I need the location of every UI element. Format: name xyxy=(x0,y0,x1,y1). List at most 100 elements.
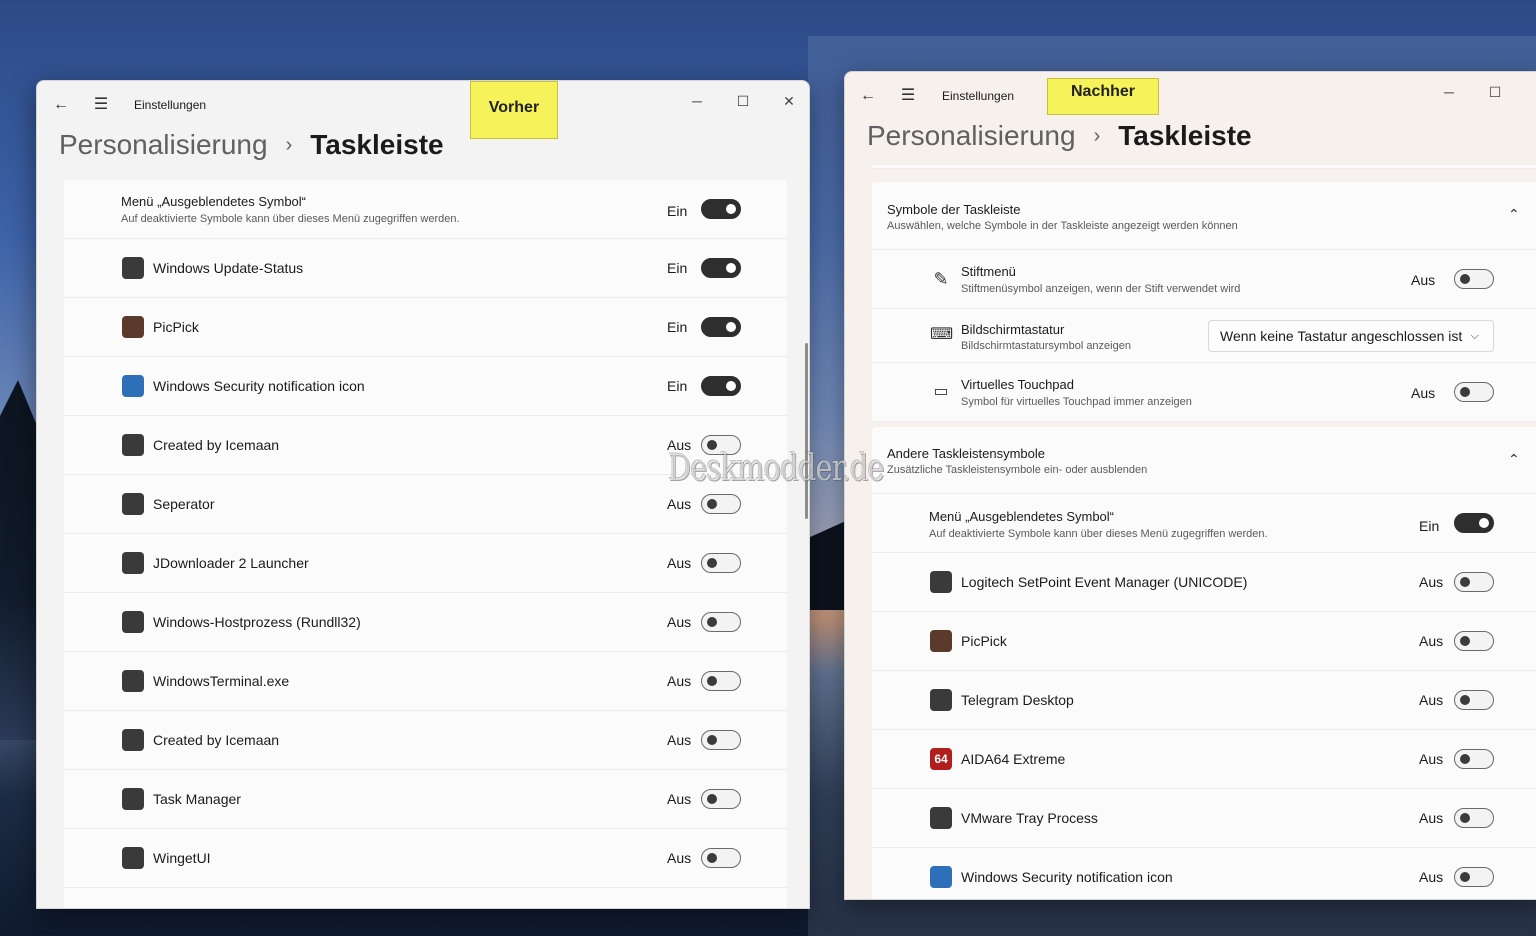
item-name: Logitech SetPoint Event Manager (UNICODE… xyxy=(961,574,1248,590)
taskbar-icons-header[interactable]: Symbole der Taskleiste Auswählen, welche… xyxy=(872,182,1536,250)
keyboard-icon: ⌨ xyxy=(930,326,954,343)
list-item: VMware Tray Process Aus xyxy=(872,789,1536,848)
hamburger-menu-icon[interactable]: ☰ xyxy=(898,86,918,106)
item-name: Created by Icemaan xyxy=(153,732,280,748)
minimize-button[interactable]: ─ xyxy=(677,87,717,115)
list-item: Telegram Desktop Aus xyxy=(872,671,1536,730)
row-description: Symbol für virtuelles Touchpad immer anz… xyxy=(961,396,1192,408)
item-name: WingetUI xyxy=(153,850,211,866)
hidden-icon-menu-row: Menü „Ausgeblendetes Symbol“ Auf deaktiv… xyxy=(64,180,787,239)
item-toggle[interactable] xyxy=(701,317,741,337)
breadcrumb-separator: › xyxy=(1093,125,1101,147)
item-toggle[interactable] xyxy=(701,612,741,632)
item-name: Created by Icemaan xyxy=(153,437,280,453)
list-item: Created by Icemaan Aus xyxy=(64,711,787,770)
row-title: Virtuelles Touchpad xyxy=(961,377,1074,392)
list-item: Task Manager Aus xyxy=(64,770,787,829)
item-toggle[interactable] xyxy=(1454,572,1494,592)
item-toggle[interactable] xyxy=(701,494,741,514)
toggle-state: Aus xyxy=(667,673,692,689)
separator-icon xyxy=(122,493,144,515)
page-title: Taskleiste xyxy=(310,129,444,160)
chevron-down-icon: ⌵ xyxy=(1470,330,1479,342)
section-title: Symbole der Taskleiste xyxy=(887,202,1021,217)
back-arrow-icon[interactable]: ← xyxy=(51,95,71,115)
item-toggle[interactable] xyxy=(1454,631,1494,651)
maximize-button[interactable]: ☐ xyxy=(1475,78,1515,106)
dropdown-value: Wenn keine Tastatur angeschlossen ist xyxy=(1220,328,1463,344)
toggle-state: Ein xyxy=(667,260,688,276)
list-item: Windows Update-Status Ein xyxy=(64,239,787,298)
item-toggle[interactable] xyxy=(1454,749,1494,769)
list-item: JDownloader 2 Launcher Aus xyxy=(64,534,787,593)
other-taskbar-icons-header[interactable]: Andere Taskleistensymbole Zusätzliche Ta… xyxy=(872,427,1536,494)
item-toggle[interactable] xyxy=(701,258,741,278)
toggle-state: Aus xyxy=(667,791,692,807)
toggle-state: Aus xyxy=(667,614,692,630)
icemaan-icon xyxy=(122,729,144,751)
item-toggle[interactable] xyxy=(1454,867,1494,887)
minimize-button[interactable]: ─ xyxy=(1429,78,1469,106)
title-bar: ← ☰ Einstellungen ─ ☐ ✕ xyxy=(37,81,809,129)
toggle-state: Aus xyxy=(1419,633,1444,649)
chevron-up-icon[interactable]: ⌃ xyxy=(1508,206,1520,223)
toggle-state: Ein xyxy=(667,319,688,335)
chevron-up-icon[interactable]: ⌃ xyxy=(1508,451,1520,468)
item-toggle[interactable] xyxy=(701,730,741,750)
section-title: Andere Taskleistensymbole xyxy=(887,446,1046,461)
item-toggle[interactable] xyxy=(701,376,741,396)
item-name: Windows-Hostprozess (Rundll32) xyxy=(153,614,361,630)
breadcrumb-parent[interactable]: Personalisierung xyxy=(59,129,268,160)
item-name: Windows Security notification icon xyxy=(153,378,365,394)
hidden-icon-menu-row: Menü „Ausgeblendetes Symbol“ Auf deaktiv… xyxy=(872,494,1536,553)
wingetui-icon xyxy=(122,847,144,869)
scrollbar[interactable] xyxy=(805,343,808,519)
vmware-icon xyxy=(930,807,952,829)
toggle-state: Aus xyxy=(1411,385,1436,401)
settings-window-after: ← ☰ Einstellungen ─ ☐ Personalisierung › T… xyxy=(844,71,1536,900)
maximize-button[interactable]: ☐ xyxy=(723,87,763,115)
item-name: Task Manager xyxy=(153,791,241,807)
back-arrow-icon[interactable]: ← xyxy=(858,86,878,106)
picpick-icon xyxy=(930,630,952,652)
toggle-state: Aus xyxy=(667,496,692,512)
item-name: WindowsTerminal.exe xyxy=(153,673,290,689)
touch-keyboard-dropdown[interactable]: Wenn keine Tastatur angeschlossen ist ⌵ xyxy=(1208,320,1494,352)
toggle-state: Aus xyxy=(1419,751,1444,767)
shield-check-icon xyxy=(930,866,952,888)
pen-icon: ✎ xyxy=(933,269,949,289)
pen-menu-row: ✎ Stiftmenü Stiftmenüsymbol anzeigen, we… xyxy=(872,250,1536,309)
hidden-icon-menu-toggle[interactable] xyxy=(1454,513,1494,533)
item-toggle[interactable] xyxy=(1454,690,1494,710)
pen-menu-toggle[interactable] xyxy=(1454,269,1494,289)
breadcrumb-parent[interactable]: Personalisierung xyxy=(867,120,1076,151)
item-name: Telegram Desktop xyxy=(961,692,1074,708)
item-name: AIDA64 Extreme xyxy=(961,751,1066,767)
title-bar: ← ☰ Einstellungen ─ ☐ xyxy=(845,72,1536,120)
row-title: Menü „Ausgeblendetes Symbol“ xyxy=(121,194,306,209)
list-item: 64 AIDA64 Extreme Aus xyxy=(872,730,1536,789)
virtual-touchpad-toggle[interactable] xyxy=(1454,382,1494,402)
item-toggle[interactable] xyxy=(1454,808,1494,828)
list-item: Windows Security notification icon Aus xyxy=(872,848,1536,899)
touch-keyboard-row: ⌨ Bildschirmtastatur Bildschirmtastaturs… xyxy=(872,309,1536,363)
item-toggle[interactable] xyxy=(701,789,741,809)
hidden-icon-menu-toggle[interactable] xyxy=(701,199,741,219)
item-toggle[interactable] xyxy=(701,848,741,868)
item-toggle[interactable] xyxy=(701,671,741,691)
row-description: Stiftmenüsymbol anzeigen, wenn der Stift… xyxy=(961,283,1241,295)
after-label: Nachher xyxy=(1047,78,1159,115)
terminal-icon xyxy=(122,670,144,692)
toggle-state: Ein xyxy=(667,203,688,219)
host-process-icon xyxy=(122,611,144,633)
hamburger-menu-icon[interactable]: ☰ xyxy=(91,95,111,115)
list-item: WindowsTerminal.exe Aus xyxy=(64,652,787,711)
toggle-state: Aus xyxy=(1419,810,1444,826)
close-button[interactable]: ✕ xyxy=(769,87,809,115)
row-title: Bildschirmtastatur xyxy=(961,322,1065,337)
list-item: PicPick Ein xyxy=(64,298,787,357)
page-title: Taskleiste xyxy=(1118,120,1252,151)
item-toggle[interactable] xyxy=(701,553,741,573)
settings-window-before: ← ☰ Einstellungen ─ ☐ ✕ Personalisierung… xyxy=(36,80,810,909)
picpick-icon xyxy=(122,316,144,338)
